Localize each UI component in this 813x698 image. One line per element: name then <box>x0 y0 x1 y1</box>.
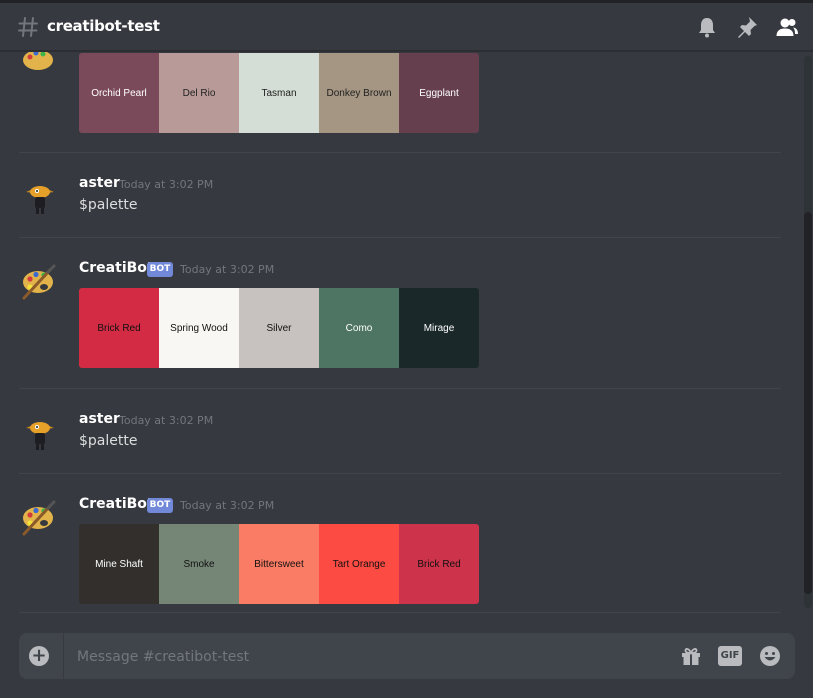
creatibot-avatar[interactable] <box>20 498 60 538</box>
bot-tag: BOT <box>147 498 173 513</box>
composer-divider <box>63 633 64 679</box>
color-swatch: Tart Orange <box>319 524 399 604</box>
gif-icon[interactable]: GIF <box>718 646 742 666</box>
message-timestamp: Today at 3:02 PM <box>180 499 275 512</box>
color-swatch: Spring Wood <box>159 288 239 368</box>
gift-icon[interactable] <box>679 644 703 668</box>
message-content: $palette <box>79 433 138 449</box>
color-swatch: Donkey Brown <box>319 53 399 133</box>
message-content: $palette <box>79 197 138 213</box>
color-swatch: Silver <box>239 288 319 368</box>
message-divider <box>19 473 781 474</box>
message-author[interactable]: aster <box>79 411 120 427</box>
message-timestamp: Today at 3:02 PM <box>119 178 214 191</box>
message-author[interactable]: CreatiBot <box>79 496 154 512</box>
message-author[interactable]: aster <box>79 175 120 191</box>
message-list[interactable]: Orchid Pearl Del Rio Tasman Donkey Brown… <box>0 52 800 614</box>
message-input[interactable] <box>75 645 659 669</box>
message-divider <box>19 388 781 389</box>
message-composer: + GIF <box>19 633 795 679</box>
bot-tag: BOT <box>147 262 173 277</box>
hashtag-icon <box>18 17 38 37</box>
color-swatch: Orchid Pearl <box>79 53 159 133</box>
palette-image[interactable]: Mine Shaft Smoke Bittersweet Tart Orange… <box>79 524 479 604</box>
creatibot-avatar <box>23 52 53 70</box>
color-swatch: Bittersweet <box>239 524 319 604</box>
message-divider <box>19 152 781 153</box>
color-swatch: Como <box>319 288 399 368</box>
aster-avatar[interactable] <box>20 412 60 452</box>
message-divider <box>19 237 781 238</box>
member-list-icon[interactable] <box>775 15 799 39</box>
channel-name: creatibot-test <box>47 17 160 35</box>
bell-icon[interactable] <box>695 15 719 39</box>
color-swatch: Mirage <box>399 288 479 368</box>
color-swatch: Mine Shaft <box>79 524 159 604</box>
message-divider <box>19 612 781 613</box>
gif-label: GIF <box>720 650 740 661</box>
color-swatch: Eggplant <box>399 53 479 133</box>
message-author[interactable]: CreatiBot <box>79 260 154 276</box>
color-swatch: Smoke <box>159 524 239 604</box>
creatibot-avatar[interactable] <box>20 262 60 302</box>
message-timestamp: Today at 3:02 PM <box>119 414 214 427</box>
palette-image[interactable]: Orchid Pearl Del Rio Tasman Donkey Brown… <box>79 53 479 133</box>
message-timestamp: Today at 3:02 PM <box>180 263 275 276</box>
channel-header: creatibot-test <box>0 3 813 51</box>
color-swatch: Brick Red <box>399 524 479 604</box>
pin-icon[interactable] <box>735 15 759 39</box>
color-swatch: Brick Red <box>79 288 159 368</box>
palette-image[interactable]: Brick Red Spring Wood Silver Como Mirage <box>79 288 479 368</box>
color-swatch: Del Rio <box>159 53 239 133</box>
scrollbar-thumb[interactable] <box>804 212 812 594</box>
upload-plus-icon[interactable]: + <box>29 646 49 666</box>
aster-avatar[interactable] <box>20 176 60 216</box>
color-swatch: Tasman <box>239 53 319 133</box>
emoji-icon[interactable] <box>758 644 782 668</box>
